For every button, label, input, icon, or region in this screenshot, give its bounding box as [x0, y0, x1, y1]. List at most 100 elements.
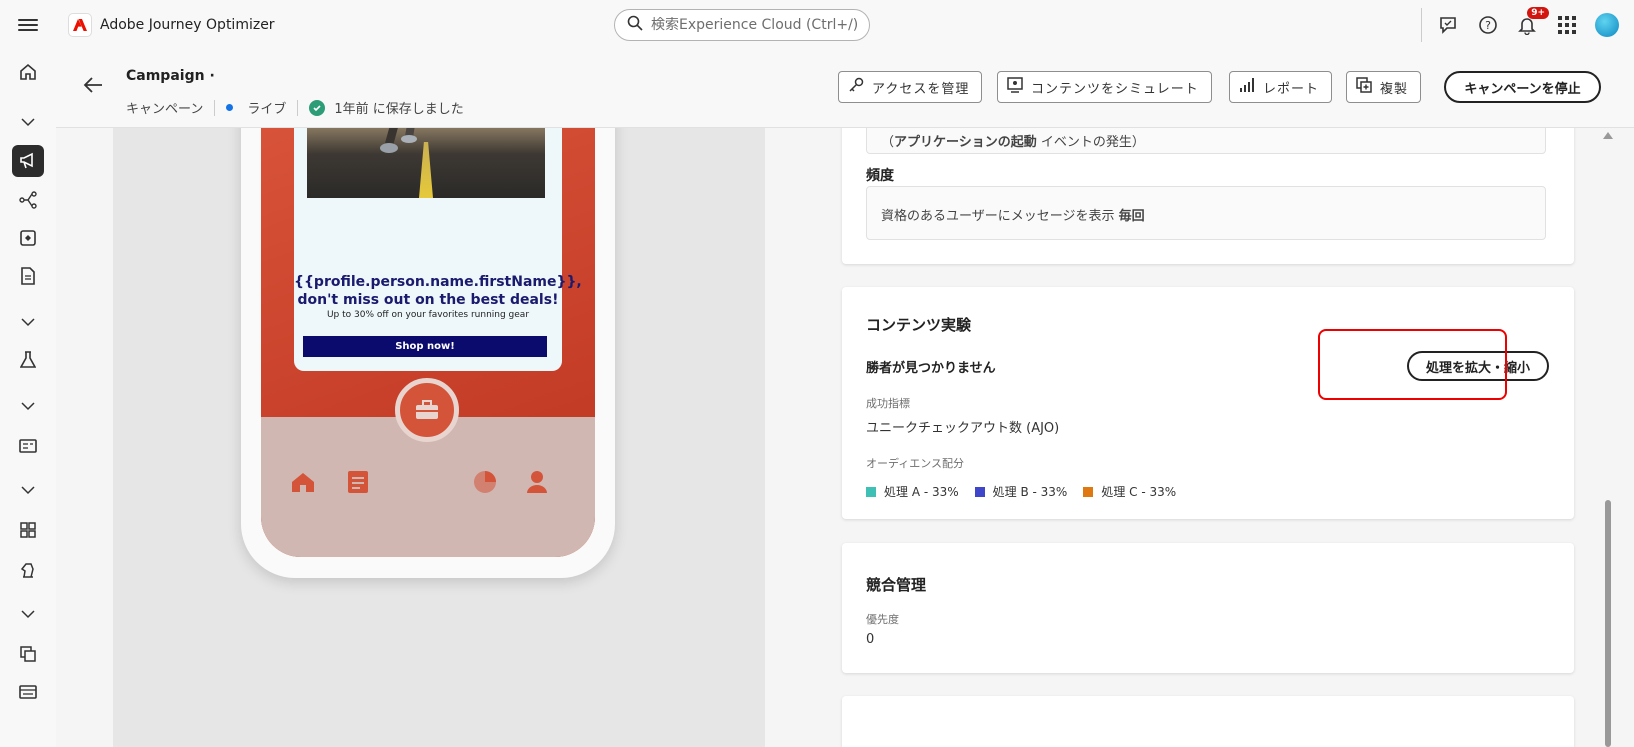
trigger-event-name: アプリケーションの起動 [894, 135, 1037, 150]
simulate-content-label: コンテンツをシミュレート [1031, 81, 1199, 97]
search-icon [627, 15, 643, 35]
treatment-b-label: 処理 B - 33% [992, 485, 1068, 499]
stop-campaign-button[interactable]: キャンペーンを停止 [1444, 71, 1601, 103]
main-content: {{profile.person.name.firstName}}, don't… [56, 128, 1634, 747]
journeys-icon[interactable] [12, 184, 44, 216]
chevron-down-icon[interactable] [12, 106, 44, 138]
frequency-heading: 頻度 [866, 168, 894, 184]
chevron-down-icon[interactable] [12, 306, 44, 338]
app-pie-chart-icon [471, 468, 499, 496]
reports-table-icon[interactable] [12, 676, 44, 708]
chevron-down-icon[interactable] [12, 390, 44, 422]
notification-badge: 9+ [1527, 7, 1549, 19]
scrollbar[interactable] [1600, 128, 1614, 747]
running-road-image [307, 128, 545, 198]
shop-now-button[interactable]: Shop now! [303, 336, 547, 357]
meta-divider [214, 99, 216, 116]
message-subtext: Up to 30% off on your favorites running … [326, 310, 530, 320]
frequency-text: 資格のあるユーザーにメッセージを表示 [881, 209, 1115, 224]
live-status-dot-icon [226, 104, 234, 111]
scroll-up-arrow-icon[interactable] [1603, 132, 1613, 139]
experiment-heading: コンテンツ実験 [866, 316, 972, 334]
success-metric-label: 成功指標 [866, 397, 910, 410]
notifications-icon[interactable]: 9+ [1515, 7, 1549, 37]
success-metric-value: ユニークチェックアウト数 (AJO) [866, 421, 1060, 436]
content-template-icon[interactable] [12, 222, 44, 254]
duplicate-label: 複製 [1380, 81, 1409, 97]
menu-icon[interactable] [17, 14, 39, 36]
report-label: レポート [1263, 81, 1320, 97]
top-bar: Adobe Journey Optimizer ? 9+ [0, 0, 1634, 50]
app-profile-icon [523, 468, 551, 496]
in-app-message: {{profile.person.name.firstName}}, don't… [294, 128, 582, 371]
simulate-icon [1007, 77, 1023, 97]
chevron-down-icon[interactable] [12, 598, 44, 630]
profiles-card-icon[interactable] [12, 430, 44, 462]
scroll-thumb[interactable] [1605, 500, 1611, 747]
strategy-knight-icon[interactable] [12, 554, 44, 586]
assets-icon[interactable] [12, 638, 44, 670]
winner-status: 勝者が見つかりません [866, 361, 996, 376]
meta-divider [297, 99, 299, 116]
left-rail [0, 50, 56, 747]
message-headline: {{profile.person.name.firstName}}, don't… [294, 274, 582, 308]
priority-label: 優先度 [866, 613, 899, 626]
document-icon[interactable] [12, 260, 44, 292]
experiment-flask-icon[interactable] [12, 344, 44, 376]
brand[interactable]: Adobe Journey Optimizer [68, 13, 275, 37]
home-icon[interactable] [12, 56, 44, 88]
content-experiment-card: コンテンツ実験 勝者が見つかりません 処理を拡大・縮小 成功指標 ユニークチェッ… [842, 287, 1574, 519]
briefcase-icon [395, 378, 459, 442]
search-input[interactable] [651, 17, 861, 33]
priority-value: 0 [866, 632, 875, 647]
next-card [842, 696, 1574, 747]
treatment-b: 処理 B - 33% [974, 483, 1068, 500]
arbitration-heading: 競合管理 [866, 576, 927, 594]
audience-split-label: オーディエンス配分 [866, 457, 965, 470]
help-icon[interactable]: ? [1476, 13, 1500, 37]
treatment-c: 処理 C - 33% [1083, 483, 1176, 500]
trigger-condition: （アプリケーションの起動 イベントの発生） [866, 128, 1546, 154]
treatment-c-swatch [1083, 487, 1094, 497]
treatment-b-swatch [974, 487, 985, 497]
frequency-every-time: 毎回 [1118, 209, 1145, 224]
report-button[interactable]: レポート [1229, 71, 1333, 103]
manage-access-label: アクセスを管理 [872, 81, 970, 97]
treatment-a: 処理 A - 33% [866, 483, 959, 500]
apps-grid-icon[interactable] [1555, 13, 1579, 37]
back-arrow-icon[interactable] [82, 74, 106, 98]
runner-legs-image [380, 128, 417, 153]
treatment-a-swatch [866, 487, 876, 497]
feedback-icon[interactable] [1436, 13, 1460, 37]
campaigns-icon[interactable] [12, 145, 44, 177]
treatment-c-label: 処理 C - 33% [1101, 485, 1177, 499]
manage-access-button[interactable]: アクセスを管理 [838, 71, 983, 103]
duplicate-button[interactable]: 複製 [1346, 71, 1422, 103]
duplicate-icon [1356, 77, 1372, 97]
bar-chart-icon [1239, 77, 1255, 97]
campaign-meta: キャンペーン ライブ 1年前 に保存しました [126, 98, 464, 117]
highlight-box [1318, 329, 1507, 400]
campaign-header: Campaign · キャンペーン ライブ 1年前 に保存しました アクセスを管… [56, 50, 1634, 128]
app-name: Adobe Journey Optimizer [100, 17, 275, 33]
preview-pane: {{profile.person.name.firstName}}, don't… [113, 128, 765, 747]
campaign-type: キャンペーン [126, 102, 204, 117]
components-icon[interactable] [12, 514, 44, 546]
campaign-title: Campaign · [126, 68, 215, 84]
adobe-logo-icon [68, 13, 92, 37]
campaign-status: ライブ [247, 102, 287, 117]
trigger-card: （アプリケーションの起動 イベントの発生） 頻度 資格のあるユーザーにメッセージ… [842, 128, 1574, 264]
svg-text:?: ? [1485, 19, 1491, 32]
frequency-value: 資格のあるユーザーにメッセージを表示 毎回 [866, 186, 1546, 240]
trigger-event-text: イベントの発生 [1040, 135, 1132, 150]
arbitration-card: 競合管理 優先度 0 [842, 543, 1574, 673]
chevron-down-icon[interactable] [12, 474, 44, 506]
app-list-icon [344, 468, 372, 496]
avatar[interactable] [1595, 13, 1619, 37]
saved-check-icon [309, 99, 326, 116]
search-box[interactable] [614, 9, 870, 41]
key-icon [848, 77, 864, 97]
simulate-content-button[interactable]: コンテンツをシミュレート [997, 71, 1212, 103]
phone-mockup: {{profile.person.name.firstName}}, don't… [241, 128, 615, 578]
treatment-a-label: 処理 A - 33% [884, 485, 959, 499]
